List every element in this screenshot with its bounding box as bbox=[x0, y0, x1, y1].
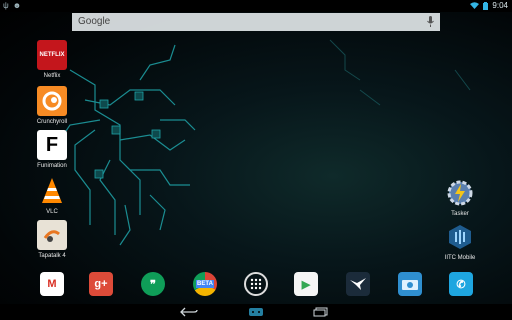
back-icon[interactable] bbox=[178, 306, 200, 318]
hangouts-icon[interactable]: ❞ bbox=[141, 272, 165, 296]
app-label: IITC Mobile bbox=[444, 255, 476, 261]
vlc-icon[interactable] bbox=[37, 176, 67, 206]
crunchyroll-icon[interactable] bbox=[37, 86, 67, 116]
notification-icon: ☻ bbox=[12, 1, 22, 10]
app-label: VLC bbox=[46, 209, 58, 215]
falcon-pro-icon[interactable] bbox=[346, 272, 370, 296]
usb-icon: ψ bbox=[3, 1, 9, 10]
app-netflix[interactable]: NETFLIX Netflix bbox=[29, 40, 75, 79]
app-crunchyroll[interactable]: Crunchyroll bbox=[29, 86, 75, 125]
status-bar: ψ ☻ 9:04 bbox=[0, 0, 512, 12]
phone-icon[interactable]: ✆ bbox=[449, 272, 473, 296]
gmail-icon[interactable]: M bbox=[40, 272, 64, 296]
circuit-wallpaper bbox=[59, 39, 471, 246]
app-label: Funimation bbox=[37, 163, 67, 169]
app-label: Netflix bbox=[43, 73, 61, 79]
app-iitc-mobile[interactable]: IITC Mobile bbox=[437, 222, 483, 261]
battery-icon bbox=[483, 1, 489, 10]
app-label: Tapatalk 4 bbox=[38, 253, 66, 259]
app-label: Tasker bbox=[451, 211, 469, 217]
google-search-bar[interactable]: Google bbox=[72, 13, 440, 31]
funimation-icon[interactable]: F bbox=[37, 130, 67, 160]
netflix-icon[interactable]: NETFLIX bbox=[37, 40, 67, 70]
chrome-beta-icon[interactable]: BETA bbox=[193, 272, 217, 296]
play-store-icon[interactable]: ▶ bbox=[294, 272, 318, 296]
tapatalk-icon[interactable] bbox=[37, 220, 67, 250]
mic-icon[interactable] bbox=[427, 16, 434, 27]
google-plus-icon[interactable]: g+ bbox=[89, 272, 113, 296]
navigation-bar bbox=[0, 304, 512, 320]
home-icon[interactable] bbox=[245, 306, 267, 318]
iitc-icon[interactable] bbox=[445, 222, 475, 252]
app-vlc[interactable]: VLC bbox=[29, 176, 75, 215]
status-time: 9:04 bbox=[492, 1, 508, 10]
file-manager-icon[interactable] bbox=[398, 272, 422, 296]
recents-icon[interactable] bbox=[310, 306, 332, 318]
status-left: ψ ☻ bbox=[3, 1, 21, 10]
app-tasker[interactable]: Tasker bbox=[437, 178, 483, 217]
app-tapatalk[interactable]: Tapatalk 4 bbox=[29, 220, 75, 259]
app-label: Crunchyroll bbox=[36, 119, 68, 125]
app-funimation[interactable]: F Funimation bbox=[29, 130, 75, 169]
search-placeholder[interactable]: Google bbox=[78, 16, 110, 27]
status-right: 9:04 bbox=[470, 1, 508, 10]
app-drawer-icon[interactable] bbox=[244, 272, 268, 296]
wifi-icon bbox=[470, 2, 480, 9]
tasker-icon[interactable] bbox=[445, 178, 475, 208]
